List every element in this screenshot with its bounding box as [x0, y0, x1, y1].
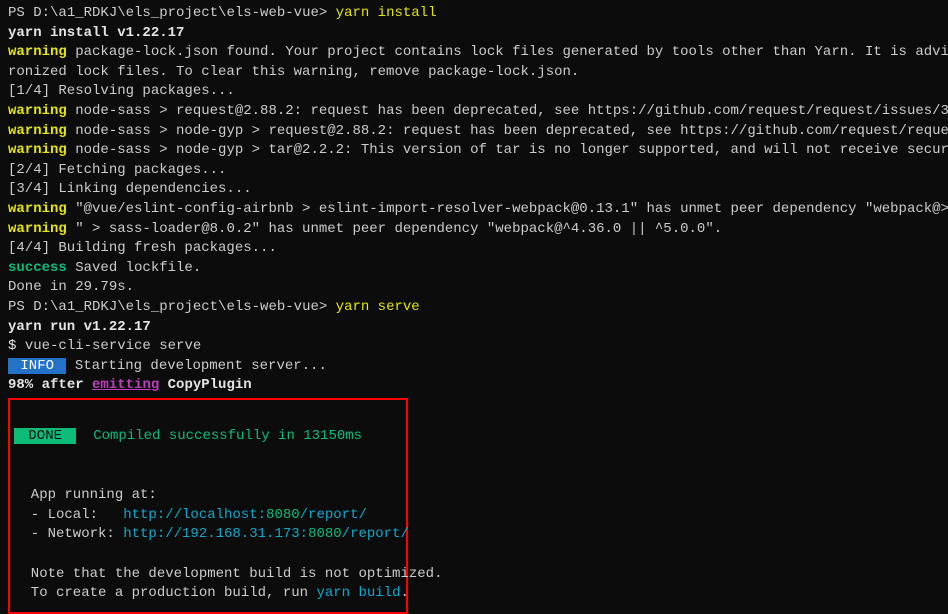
step-2: [2/4] Fetching packages... [8, 161, 940, 181]
yarn-build-cmd: yarn build [316, 585, 400, 601]
warning-line-5: warning "@vue/eslint-config-airbnb > esl… [8, 200, 940, 220]
blank-line [14, 545, 398, 565]
local-url-host[interactable]: http://localhost: [123, 507, 266, 523]
warning-label: warning [8, 201, 67, 217]
progress-after: after [42, 377, 92, 393]
network-prefix: - Network: [14, 526, 123, 542]
warning-label: warning [8, 44, 67, 60]
info-badge: INFO [8, 358, 66, 374]
done-time: Done in 29.79s. [8, 278, 940, 298]
note-suffix: . [400, 585, 408, 601]
info-text: Starting development server... [66, 358, 326, 374]
step-3: [3/4] Linking dependencies... [8, 180, 940, 200]
warning-line-3: warning node-sass > node-gyp > request@2… [8, 122, 940, 142]
yarn-run-version: yarn run v1.22.17 [8, 318, 940, 338]
ps-prefix: PS [8, 5, 33, 21]
warning-line-1b: ronized lock files. To clear this warnin… [8, 63, 940, 83]
warning-line-6: warning " > sass-loader@8.0.2" has unmet… [8, 220, 940, 240]
info-line: INFO Starting development server... [8, 357, 940, 377]
note-line-2: To create a production build, run yarn b… [14, 584, 398, 604]
command: yarn install [336, 5, 437, 21]
path: D:\a1_RDKJ\els_project\els-web-vue> [33, 299, 335, 315]
done-badge: DONE [14, 428, 76, 444]
warning-label: warning [8, 221, 67, 237]
app-running-label: App running at: [14, 486, 398, 506]
command: yarn serve [336, 299, 420, 315]
prompt-line-2[interactable]: PS D:\a1_RDKJ\els_project\els-web-vue> y… [8, 298, 940, 318]
ps-prefix: PS [8, 299, 33, 315]
warning-text: "@vue/eslint-config-airbnb > eslint-impo… [67, 201, 948, 217]
warning-text: node-sass > node-gyp > request@2.88.2: r… [67, 123, 948, 139]
warning-line-1: warning package-lock.json found. Your pr… [8, 43, 940, 63]
warning-label: warning [8, 123, 67, 139]
network-url-line: - Network: http://192.168.31.173:8080/re… [14, 525, 398, 545]
warning-text: node-sass > request@2.88.2: request has … [67, 103, 948, 119]
network-url-host[interactable]: http://192.168.31.173: [123, 526, 308, 542]
local-url-port[interactable]: 8080 [266, 507, 300, 523]
success-text: Saved lockfile. [67, 260, 201, 276]
warning-text: node-sass > node-gyp > tar@2.2.2: This v… [67, 142, 948, 158]
output-box: DONE Compiled successfully in 13150ms Ap… [8, 398, 408, 614]
vue-cli-line: $ vue-cli-service serve [8, 337, 940, 357]
warning-label: warning [8, 103, 67, 119]
warning-text: " > sass-loader@8.0.2" has unmet peer de… [67, 221, 722, 237]
warning-text: package-lock.json found. Your project co… [67, 44, 948, 60]
local-url-path[interactable]: /report/ [300, 507, 367, 523]
note-line-1: Note that the development build is not o… [14, 565, 398, 585]
success-line: success Saved lockfile. [8, 259, 940, 279]
vue-cli-text: vue-cli-service serve [25, 338, 201, 354]
network-url-port[interactable]: 8080 [308, 526, 342, 542]
progress-plugin: CopyPlugin [159, 377, 251, 393]
compiled-text: Compiled successfully in 13150ms [76, 428, 362, 444]
dollar-sign: $ [8, 338, 25, 354]
progress-line: 98% after emitting CopyPlugin [8, 376, 940, 396]
success-label: success [8, 260, 67, 276]
step-4: [4/4] Building fresh packages... [8, 239, 940, 259]
path: D:\a1_RDKJ\els_project\els-web-vue> [33, 5, 335, 21]
local-prefix: - Local: [14, 507, 123, 523]
blank-line [14, 467, 398, 487]
network-url-path[interactable]: /report/ [342, 526, 409, 542]
done-line: DONE Compiled successfully in 13150ms [14, 427, 398, 447]
progress-pct: 98% [8, 377, 42, 393]
note-prefix: To create a production build, run [14, 585, 316, 601]
warning-line-2: warning node-sass > request@2.88.2: requ… [8, 102, 940, 122]
warning-line-4: warning node-sass > node-gyp > tar@2.2.2… [8, 141, 940, 161]
blank-line [14, 447, 398, 467]
step-1: [1/4] Resolving packages... [8, 82, 940, 102]
progress-emit: emitting [92, 377, 159, 393]
warning-label: warning [8, 142, 67, 158]
yarn-install-version: yarn install v1.22.17 [8, 24, 940, 44]
blank-line [14, 408, 398, 428]
local-url-line: - Local: http://localhost:8080/report/ [14, 506, 398, 526]
prompt-line-1[interactable]: PS D:\a1_RDKJ\els_project\els-web-vue> y… [8, 4, 940, 24]
